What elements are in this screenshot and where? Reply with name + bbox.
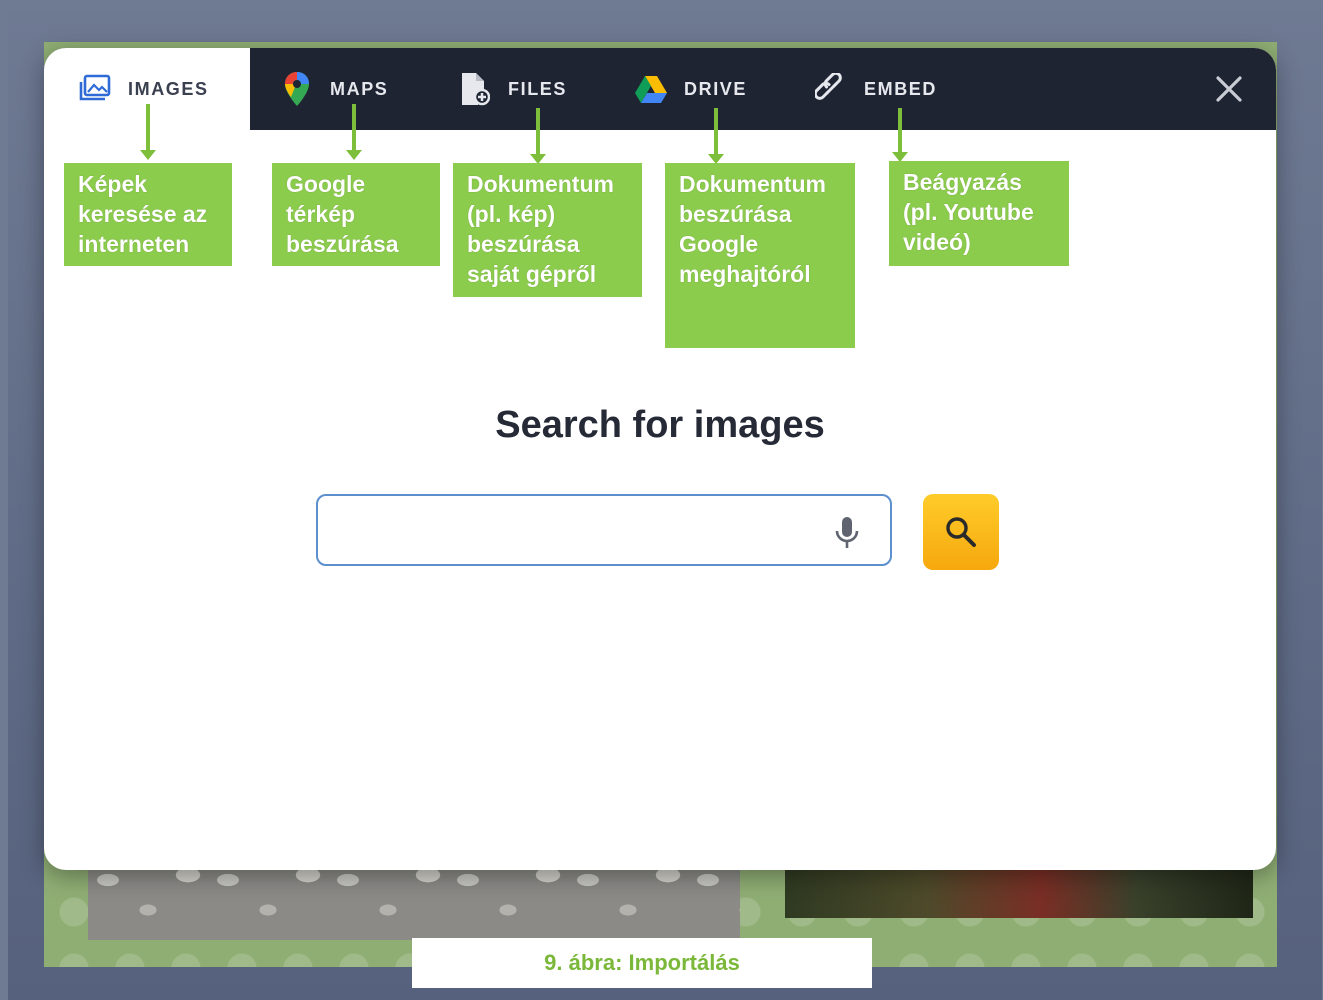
microphone-icon bbox=[835, 517, 859, 548]
page-title: Search for images bbox=[495, 404, 825, 446]
tab-maps[interactable]: MAPS bbox=[280, 48, 388, 130]
figure-caption: 9. ábra: Importálás bbox=[412, 938, 872, 988]
annotation-maps: Google térkép beszúrása bbox=[272, 163, 440, 266]
tab-maps-label: MAPS bbox=[330, 78, 389, 99]
microphone-button[interactable] bbox=[834, 515, 860, 551]
tab-files[interactable]: FILES bbox=[458, 48, 567, 130]
annotation-arrow-images bbox=[140, 104, 156, 160]
google-maps-icon bbox=[280, 72, 314, 106]
annotation-embed: Beágyazás (pl. Youtube videó) bbox=[889, 161, 1069, 266]
search-field[interactable] bbox=[316, 494, 892, 566]
annotation-arrow-files bbox=[530, 108, 546, 164]
tab-drive-label: DRIVE bbox=[684, 78, 748, 99]
annotation-arrow-drive bbox=[708, 108, 724, 164]
search-input[interactable] bbox=[334, 514, 818, 550]
annotation-images: Képek keresése az interneten bbox=[64, 163, 232, 266]
link-icon bbox=[814, 72, 848, 106]
search-icon bbox=[946, 517, 976, 547]
annotation-arrow-embed bbox=[892, 108, 908, 162]
tab-bar: IMAGES MAPS FILES DRIVE EMBED bbox=[44, 48, 1276, 130]
annotation-arrow-maps bbox=[346, 104, 362, 160]
annotation-drive: Dokumentum beszúrása Google meghajtóról bbox=[665, 163, 855, 348]
tab-images-label: IMAGES bbox=[128, 78, 209, 99]
file-add-icon bbox=[458, 72, 492, 106]
tab-drive[interactable]: DRIVE bbox=[634, 48, 747, 130]
tab-embed[interactable]: EMBED bbox=[814, 48, 937, 130]
close-button[interactable] bbox=[1212, 72, 1246, 106]
google-drive-icon bbox=[634, 72, 668, 106]
tab-embed-label: EMBED bbox=[864, 78, 938, 99]
tab-files-label: FILES bbox=[508, 78, 568, 99]
close-icon bbox=[1216, 76, 1242, 102]
annotation-files: Dokumentum (pl. kép) beszúrása saját gép… bbox=[453, 163, 642, 297]
images-icon bbox=[78, 72, 112, 106]
search-button[interactable] bbox=[923, 494, 999, 570]
